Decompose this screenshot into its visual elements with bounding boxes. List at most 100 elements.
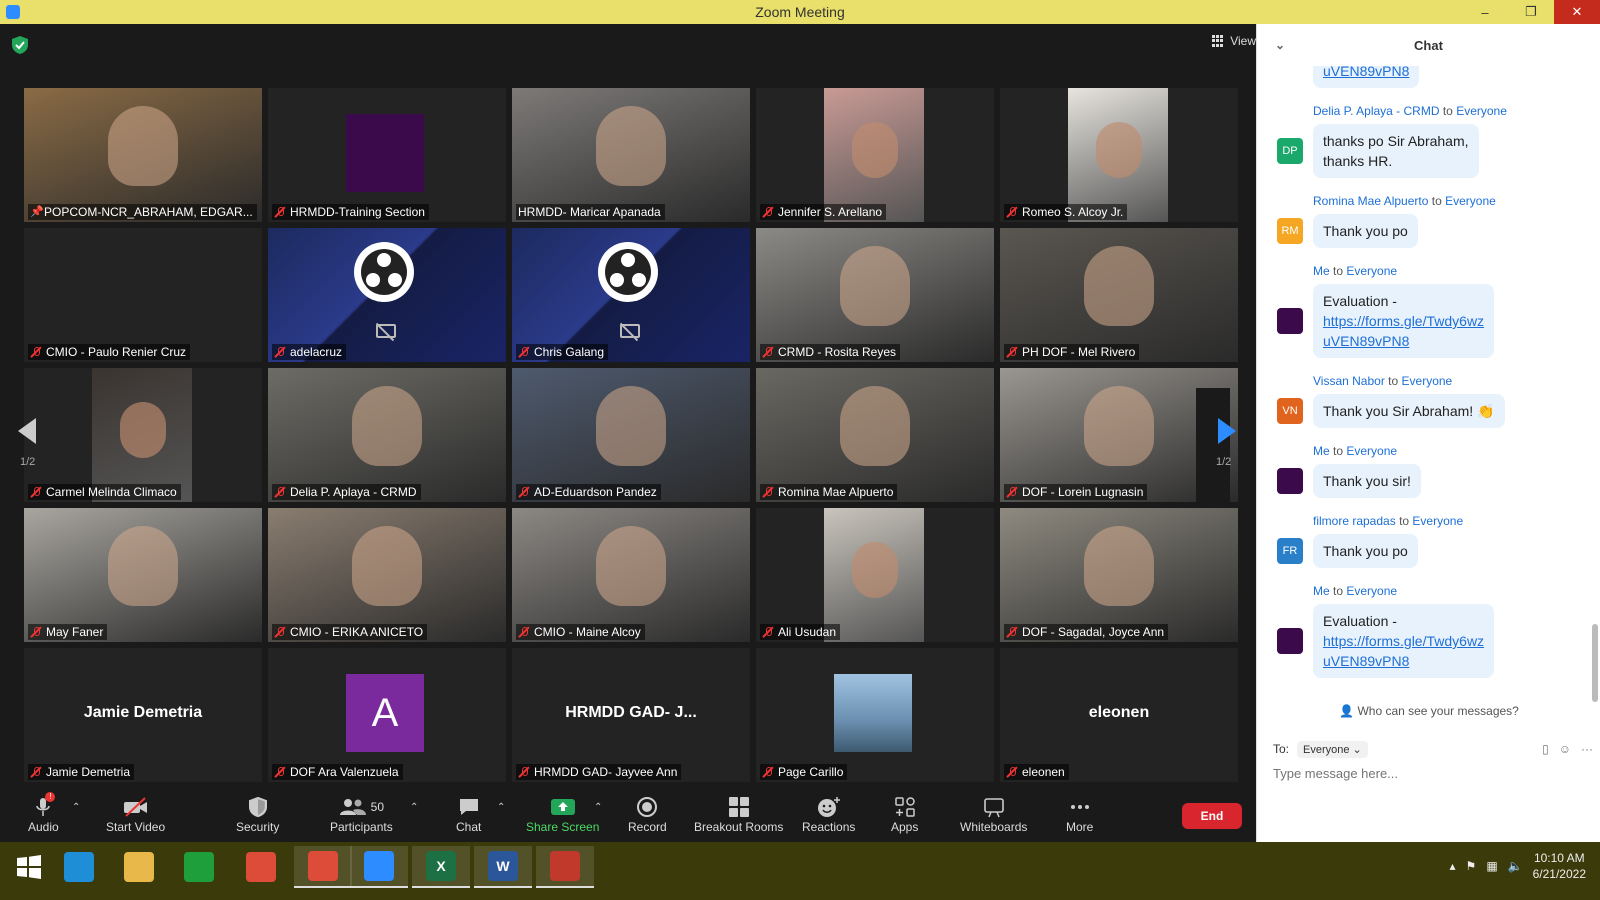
sender-name[interactable]: filmore rapadas bbox=[1313, 514, 1396, 528]
participant-tile[interactable]: Delia P. Aplaya - CRMD bbox=[268, 368, 506, 502]
emoji-icon[interactable]: ☺ bbox=[1559, 742, 1571, 756]
reactions-button[interactable]: Reactions bbox=[802, 794, 855, 834]
participant-tile[interactable]: PH DOF - Mel Rivero bbox=[1000, 228, 1238, 362]
file-icon[interactable]: ▯ bbox=[1542, 742, 1549, 756]
message-header: Delia P. Aplaya - CRMD to Everyone bbox=[1313, 104, 1507, 118]
close-button[interactable]: ✕ bbox=[1554, 0, 1600, 24]
participants-options-chevron-icon[interactable]: ⌃ bbox=[410, 802, 418, 813]
taskbar-app-button[interactable] bbox=[50, 846, 108, 888]
chat-button[interactable]: Chat bbox=[456, 794, 481, 834]
participant-tile[interactable]: 📌 POPCOM-NCR_ABRAHAM, EDGAR... bbox=[24, 88, 262, 222]
recipient-name[interactable]: Everyone bbox=[1445, 194, 1496, 208]
participant-tile[interactable]: Ali Usudan bbox=[756, 508, 994, 642]
security-label: Security bbox=[236, 820, 280, 834]
participant-tile[interactable]: HRMDD- Maricar Apanada bbox=[512, 88, 750, 222]
security-button[interactable]: Security bbox=[236, 794, 279, 834]
participant-tile[interactable]: May Faner bbox=[24, 508, 262, 642]
participants-button[interactable]: 50 Participants bbox=[330, 794, 393, 834]
taskbar-app-button[interactable] bbox=[536, 846, 594, 888]
share-options-chevron-icon[interactable]: ⌃ bbox=[594, 802, 602, 813]
chat-scrollbar[interactable] bbox=[1592, 68, 1598, 702]
message-link[interactable]: uVEN89vPN8 bbox=[1323, 66, 1409, 81]
recipient-select[interactable]: Everyone ⌄ bbox=[1297, 740, 1368, 758]
participant-tile[interactable]: Page Carillo bbox=[756, 648, 994, 782]
participant-tile[interactable]: DOF - Sagadal, Joyce Ann bbox=[1000, 508, 1238, 642]
message-link[interactable]: https://forms.gle/Twdy6wz bbox=[1323, 631, 1484, 651]
participant-tile[interactable]: Romina Mae Alpuerto bbox=[756, 368, 994, 502]
message-link[interactable]: uVEN89vPN8 bbox=[1323, 651, 1484, 671]
participant-tile[interactable]: CMIO - Maine Alcoy bbox=[512, 508, 750, 642]
network-icon[interactable]: ▦ bbox=[1486, 859, 1497, 873]
minimize-button[interactable]: – bbox=[1462, 0, 1508, 24]
tray-chevron-icon[interactable]: ▴ bbox=[1450, 859, 1456, 873]
more-options-icon[interactable]: ··· bbox=[1581, 742, 1593, 756]
volume-icon[interactable]: 🔈 bbox=[1508, 859, 1523, 873]
taskbar-app-button[interactable]: X bbox=[412, 846, 470, 888]
breakout-rooms-label: Breakout Rooms bbox=[694, 820, 784, 834]
taskbar-app-button[interactable] bbox=[294, 846, 352, 888]
whiteboards-button[interactable]: Whiteboards bbox=[960, 794, 1027, 834]
participant-tile[interactable]: HRMDD GAD- J... HRMDD GAD- Jayvee Ann bbox=[512, 648, 750, 782]
participant-tile[interactable]: Chris Galang bbox=[512, 228, 750, 362]
recipient-name[interactable]: Everyone bbox=[1346, 584, 1397, 598]
sender-avatar bbox=[1277, 628, 1303, 654]
restore-button[interactable]: ❐ bbox=[1508, 0, 1554, 24]
encryption-shield-icon[interactable] bbox=[12, 36, 28, 54]
end-meeting-button[interactable]: End bbox=[1182, 803, 1242, 829]
who-can-see-link[interactable]: 👤 Who can see your messages? bbox=[1257, 704, 1600, 718]
sender-name[interactable]: Vissan Nabor bbox=[1313, 374, 1385, 388]
participant-tile[interactable]: HRMDD-Training Section bbox=[268, 88, 506, 222]
recipient-name[interactable]: Everyone bbox=[1346, 264, 1397, 278]
audio-label: Audio bbox=[28, 820, 59, 834]
participant-name: Ali Usudan bbox=[778, 625, 837, 639]
collapse-chevron-icon[interactable]: ⌄ bbox=[1275, 38, 1285, 52]
clock[interactable]: 10:10 AM 6/21/2022 bbox=[1533, 850, 1586, 882]
previous-page-arrow-icon[interactable] bbox=[18, 418, 36, 444]
participant-tile[interactable]: Jamie Demetria Jamie Demetria bbox=[24, 648, 262, 782]
sender-name[interactable]: Me bbox=[1313, 264, 1330, 278]
participant-tile[interactable]: CMIO - Paulo Renier Cruz bbox=[24, 228, 262, 362]
message-link[interactable]: https://forms.gle/Twdy6wz bbox=[1323, 311, 1484, 331]
view-button[interactable]: View bbox=[1212, 34, 1256, 48]
chat-scrollbar-thumb[interactable] bbox=[1592, 624, 1598, 702]
taskbar-app-button[interactable] bbox=[110, 846, 168, 888]
audio-button[interactable]: ! Audio bbox=[28, 792, 59, 834]
to-word: to bbox=[1333, 584, 1344, 598]
recipient-name[interactable]: Everyone bbox=[1346, 444, 1397, 458]
taskbar-app-button[interactable] bbox=[350, 846, 408, 888]
chat-options-chevron-icon[interactable]: ⌃ bbox=[497, 802, 505, 813]
next-page-arrow-icon[interactable] bbox=[1218, 418, 1236, 444]
participant-tile[interactable]: A DOF Ara Valenzuela bbox=[268, 648, 506, 782]
taskbar-app-button[interactable] bbox=[232, 846, 290, 888]
participant-tile[interactable]: Romeo S. Alcoy Jr. bbox=[1000, 88, 1238, 222]
apps-button[interactable]: Apps bbox=[891, 794, 918, 834]
message-link[interactable]: uVEN89vPN8 bbox=[1323, 331, 1484, 351]
sender-name[interactable]: Me bbox=[1313, 584, 1330, 598]
audio-options-chevron-icon[interactable]: ⌃ bbox=[72, 802, 80, 813]
start-video-button[interactable]: Start Video bbox=[106, 794, 165, 834]
recipient-name[interactable]: Everyone bbox=[1412, 514, 1463, 528]
chat-message-input[interactable] bbox=[1273, 766, 1589, 781]
sender-name[interactable]: Me bbox=[1313, 444, 1330, 458]
recipient-name[interactable]: Everyone bbox=[1456, 104, 1507, 118]
participant-tile[interactable]: AD-Eduardson Pandez bbox=[512, 368, 750, 502]
participant-tile[interactable]: adelacruz bbox=[268, 228, 506, 362]
chat-message-list[interactable]: uVEN89vPN8 Delia P. Aplaya - CRMD to Ever… bbox=[1257, 66, 1600, 706]
flag-icon[interactable]: ⚑ bbox=[1466, 859, 1477, 873]
participant-tile[interactable]: Jennifer S. Arellano bbox=[756, 88, 994, 222]
breakout-rooms-button[interactable]: Breakout Rooms bbox=[694, 794, 783, 834]
more-button[interactable]: More bbox=[1066, 794, 1093, 834]
sender-name[interactable]: Romina Mae Alpuerto bbox=[1313, 194, 1428, 208]
participant-face bbox=[120, 402, 166, 458]
participant-tile[interactable]: CMIO - ERIKA ANICETO bbox=[268, 508, 506, 642]
record-button[interactable]: Record bbox=[628, 794, 667, 834]
participant-tile[interactable]: Carmel Melinda Climaco bbox=[24, 368, 262, 502]
recipient-name[interactable]: Everyone bbox=[1402, 374, 1453, 388]
participant-tile[interactable]: CRMD - Rosita Reyes bbox=[756, 228, 994, 362]
taskbar-app-button[interactable] bbox=[170, 846, 228, 888]
share-screen-button[interactable]: Share Screen bbox=[526, 794, 599, 834]
sender-name[interactable]: Delia P. Aplaya - CRMD bbox=[1313, 104, 1440, 118]
next-page-panel bbox=[1196, 388, 1230, 504]
taskbar-app-button[interactable]: W bbox=[474, 846, 532, 888]
participant-tile[interactable]: eleonen eleonen bbox=[1000, 648, 1238, 782]
